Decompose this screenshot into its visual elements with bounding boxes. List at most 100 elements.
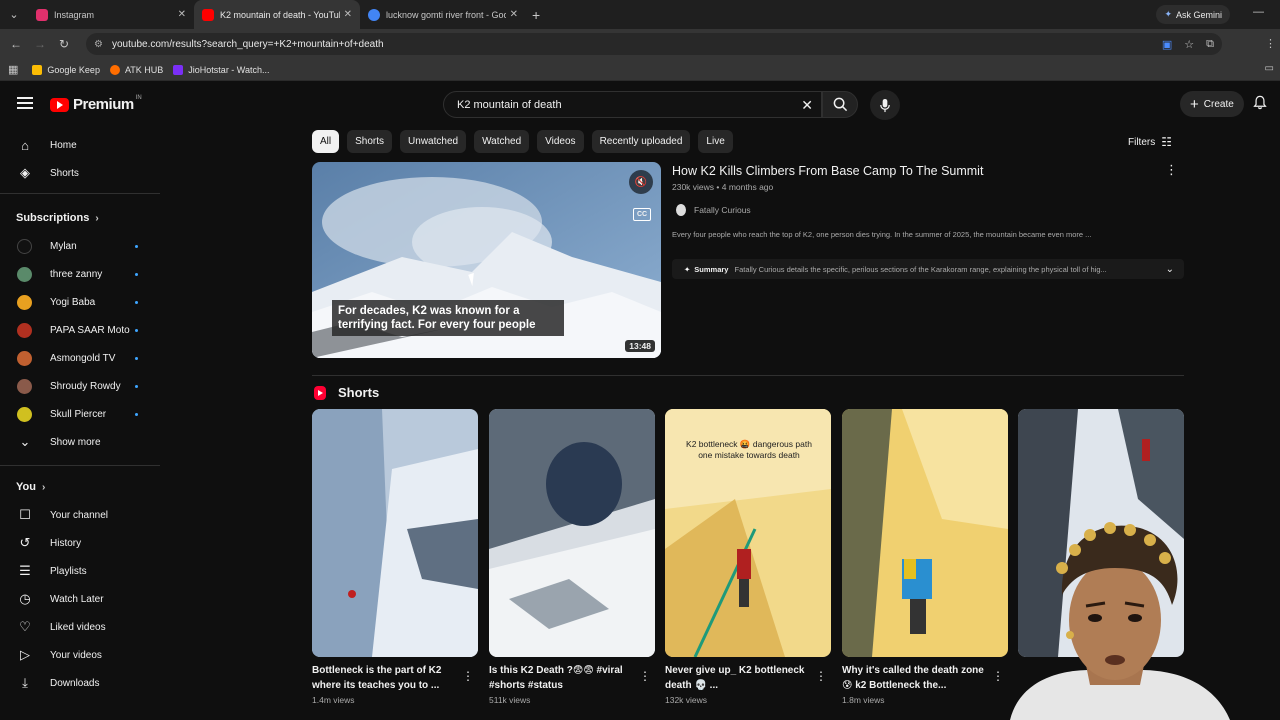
bookmark-star-icon[interactable]: ☆ (1184, 38, 1194, 51)
video-thumbnail[interactable]: 🔇 CC For decades, K2 was known for a ter… (312, 162, 661, 358)
ask-gemini-label: Ask Gemini (1175, 9, 1222, 20)
chip-watched[interactable]: Watched (474, 130, 530, 153)
video-meta: 230k views • 4 months ago (672, 182, 774, 192)
bookmark-google-keep[interactable]: Google Keep (32, 64, 100, 75)
sidebar-item-subscription[interactable]: Shroudy Rowdy (0, 372, 160, 400)
youtube-premium-logo[interactable]: Premium IN (50, 95, 142, 113)
chevron-down-icon[interactable]: ⌄ (1166, 264, 1174, 275)
bookmark-jiohotstar[interactable]: JioHotstar - Watch... (173, 64, 269, 75)
you-heading[interactable]: You › (16, 481, 45, 493)
hamburger-menu-icon[interactable] (17, 97, 33, 112)
search-icon (833, 97, 847, 112)
sidebar-item-playlists[interactable]: ☰ Playlists (0, 557, 160, 585)
channel-link[interactable]: Fatally Curious (676, 204, 751, 216)
short-card[interactable]: K2 bottleneck 🤬 dangerous path one mista… (665, 409, 831, 705)
short-thumbnail[interactable] (489, 409, 655, 657)
sidebar-item-subscription[interactable]: Skull Piercer (0, 400, 160, 428)
tab-search-icon[interactable]: ⌄ (0, 0, 28, 29)
short-thumbnail[interactable] (312, 409, 478, 657)
subscriptions-heading[interactable]: Subscriptions › (16, 212, 99, 224)
sidebar-item-watch-later[interactable]: ◷ Watch Later (0, 585, 160, 613)
chip-videos[interactable]: Videos (537, 130, 584, 153)
chip-recently-uploaded[interactable]: Recently uploaded (591, 130, 691, 153)
close-tab-icon[interactable]: ✕ (344, 9, 352, 20)
sidebar-item-downloads[interactable]: ⤓ Downloads (0, 669, 160, 697)
video-title[interactable]: How K2 Kills Climbers From Base Camp To … (672, 164, 983, 178)
avatar (17, 266, 32, 282)
more-options-icon[interactable]: ⋮ (815, 669, 827, 683)
forward-icon[interactable]: → (28, 37, 52, 51)
instagram-icon (36, 8, 48, 21)
new-tab-button[interactable]: + (526, 7, 546, 23)
sidebar-item-subscription[interactable]: Asmongold TV (0, 344, 160, 372)
translate-icon[interactable]: ▣ (1162, 38, 1172, 51)
tab-title: Instagram (54, 9, 95, 20)
chip-all[interactable]: All (312, 130, 340, 153)
youtube-header: Premium IN K2 mountain of death ✕ + Creat… (0, 81, 1280, 126)
tab-google[interactable]: lucknow gomti river front - Goo ✕ (360, 0, 526, 29)
reload-icon[interactable]: ↻ (52, 37, 76, 51)
create-button[interactable]: + Create (1180, 91, 1244, 117)
home-icon: ⌂ (21, 137, 29, 153)
short-thumbnail[interactable] (842, 409, 1008, 657)
sidebar-item-subscription[interactable]: three zanny (0, 260, 160, 288)
sidebar-item-shorts[interactable]: ◈ Shorts (0, 159, 160, 187)
chip-unwatched[interactable]: Unwatched (400, 130, 467, 153)
sidebar-item-your-channel[interactable]: ☐ Your channel (0, 501, 160, 529)
watch-later-icon: ◷ (19, 591, 31, 606)
address-bar[interactable]: ⚙ youtube.com/results?search_query=+K2+m… (86, 33, 1222, 55)
short-views: 132k views (665, 695, 708, 705)
ask-gemini-button[interactable]: ✦ Ask Gemini (1156, 5, 1230, 24)
avatar (17, 322, 32, 338)
video-more-options-icon[interactable]: ⋮ (1165, 162, 1178, 178)
chip-live[interactable]: Live (698, 130, 733, 153)
bookmark-atk-hub[interactable]: ATK HUB (109, 64, 163, 75)
sidebar-item-history[interactable]: ↺ History (0, 529, 160, 557)
tab-instagram[interactable]: Instagram ✕ (28, 0, 194, 29)
more-options-icon[interactable]: ⋮ (639, 669, 651, 683)
close-tab-icon[interactable]: ✕ (178, 9, 186, 20)
short-title: Never give up_ K2 bottleneck death 💀 ... (665, 665, 805, 691)
back-icon[interactable]: ← (4, 37, 28, 51)
sidebar-item-your-videos[interactable]: ▷ Your videos (0, 641, 160, 669)
short-card[interactable]: Is this K2 Death ?😨😨 #viral #shorts #sta… (489, 409, 655, 705)
show-more-button[interactable]: ⌄ Show more (0, 428, 160, 456)
tab-youtube[interactable]: K2 mountain of death - YouTube ✕ (194, 0, 360, 29)
sidebar-item-subscription[interactable]: PAPA SAAR Moto (0, 316, 160, 344)
close-tab-icon[interactable]: ✕ (510, 9, 518, 20)
short-views: 511k views (489, 695, 531, 705)
downloads-icon: ⤓ (22, 675, 28, 690)
minimize-icon[interactable]: — (1253, 6, 1264, 18)
captions-icon[interactable]: CC (633, 208, 651, 221)
tab-title: lucknow gomti river front - Goo (386, 9, 506, 20)
voice-search-button[interactable] (870, 90, 900, 120)
sidebar-item-subscription[interactable]: Yogi Baba (0, 288, 160, 316)
summary-panel[interactable]: ✦ Summary Fatally Curious details the sp… (672, 259, 1184, 279)
search-button[interactable] (822, 91, 858, 118)
sidebar-item-home[interactable]: ⌂ Home (0, 131, 160, 159)
sidebar-item-liked-videos[interactable]: ♡ Liked videos (0, 613, 160, 641)
new-content-dot (135, 300, 138, 304)
chevron-down-icon: ⌄ (19, 434, 31, 449)
tab-title: K2 mountain of death - YouTube (220, 9, 340, 20)
notifications-bell-icon[interactable] (1253, 95, 1267, 113)
search-query: K2 mountain of death (457, 98, 562, 111)
sidebar-divider (0, 465, 160, 466)
short-card[interactable]: Bottleneck is the part of K2 where its t… (312, 409, 478, 705)
apps-icon[interactable]: ▦ (8, 63, 18, 76)
short-card[interactable]: Why it's called the death zone 😰 k2 Bott… (842, 409, 1008, 705)
short-thumbnail[interactable]: K2 bottleneck 🤬 dangerous path one mista… (665, 409, 831, 657)
more-options-icon[interactable]: ⋮ (462, 669, 474, 683)
filters-button[interactable]: Filters ☷ (1128, 135, 1172, 149)
mute-icon[interactable]: 🔇 (629, 170, 653, 194)
extensions-icon[interactable]: ⧉ (1206, 38, 1214, 51)
you-heading-label: You (16, 481, 36, 493)
all-bookmarks-icon[interactable]: ▭ (1265, 63, 1274, 74)
sidebar-item-subscription[interactable]: Mylan (0, 232, 160, 260)
new-content-dot (135, 356, 138, 360)
clear-search-icon[interactable]: ✕ (801, 97, 813, 114)
chip-shorts[interactable]: Shorts (347, 130, 393, 153)
site-info-icon[interactable]: ⚙ (94, 39, 106, 50)
menu-icon[interactable]: ⋮ (1265, 37, 1276, 50)
search-input[interactable]: K2 mountain of death ✕ (443, 91, 822, 118)
